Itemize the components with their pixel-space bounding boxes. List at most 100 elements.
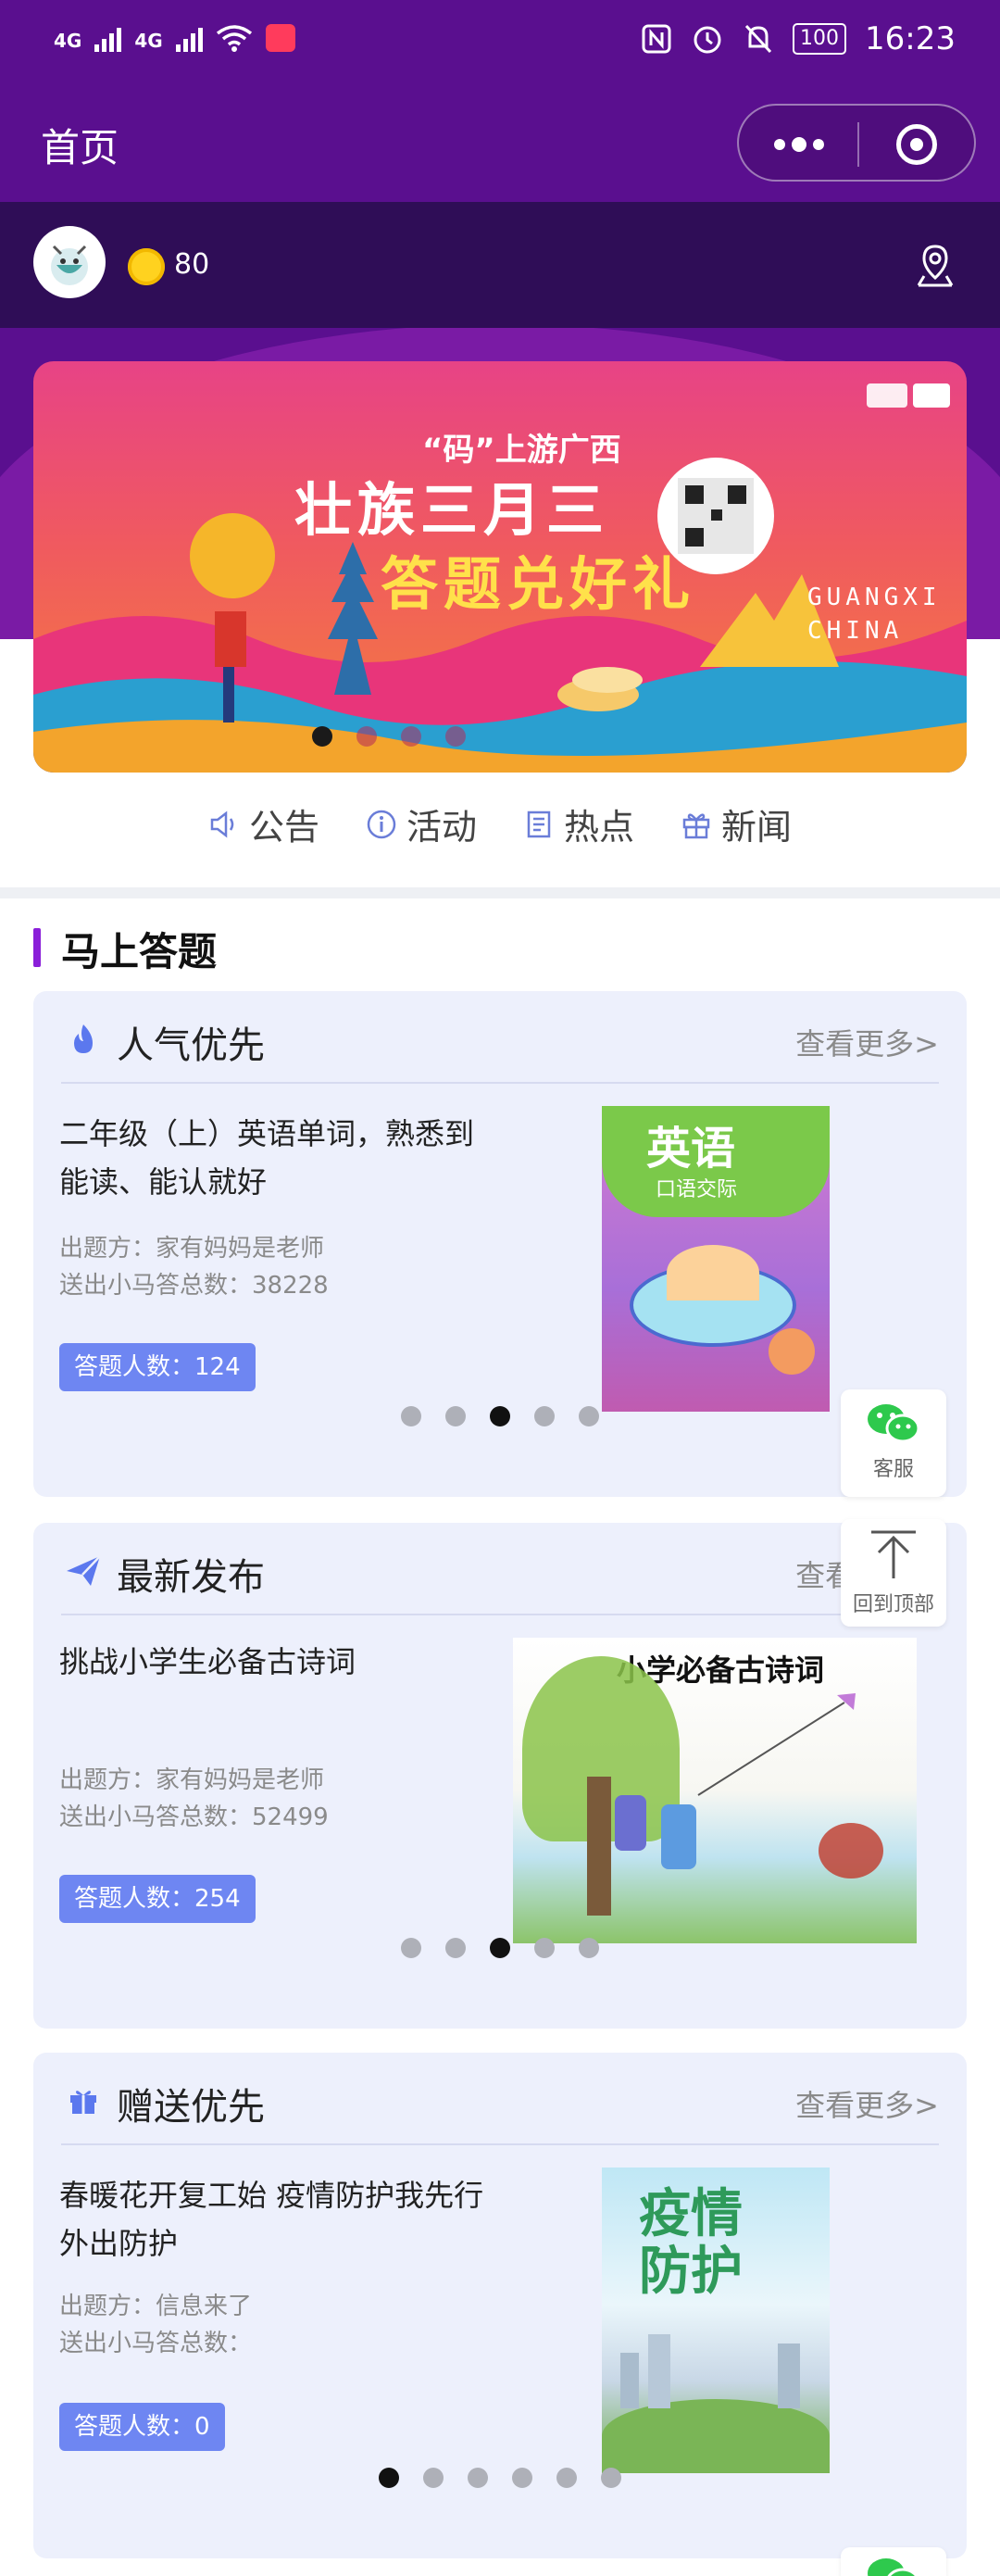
menu-item-hot[interactable]: 热点 xyxy=(523,798,634,849)
card-dot[interactable] xyxy=(579,1406,599,1426)
quiz-sent-total: 送出小马答总数：52499 xyxy=(59,1803,329,1831)
menu-label: 热点 xyxy=(564,807,635,848)
banner-dot[interactable] xyxy=(445,726,466,747)
card-dot[interactable] xyxy=(534,1406,555,1426)
notice-menu: 公告 活动 热点 新闻 xyxy=(0,798,1000,849)
banner-dot[interactable] xyxy=(312,726,332,747)
quiz-sent-total: 送出小马答总数：38228 xyxy=(59,1272,329,1300)
speaker-icon xyxy=(210,810,234,838)
battery-indicator: 100 xyxy=(793,23,847,55)
quiz-cover-image[interactable]: 疫情防护 xyxy=(602,2168,830,2473)
section-title: 马上答题 xyxy=(33,921,217,977)
cover-title: 英语 xyxy=(646,1123,736,1175)
wifi-icon xyxy=(216,25,252,52)
status-right: 100 16:23 xyxy=(641,20,956,57)
card-dot[interactable] xyxy=(512,2468,532,2488)
menu-label: 活动 xyxy=(406,807,477,848)
card-header: 赠送优先 查看更多> xyxy=(61,2053,939,2145)
banner-dot[interactable] xyxy=(401,726,421,747)
participant-badge: 答题人数：124 xyxy=(59,1343,256,1391)
avatar[interactable] xyxy=(33,226,106,298)
coin-count: 80 xyxy=(174,248,210,281)
section-divider xyxy=(0,887,1000,898)
menu-label: 公告 xyxy=(248,807,319,848)
quiz-title[interactable]: 挑战小学生必备古诗词 xyxy=(59,1638,485,1686)
card-title: 人气优先 xyxy=(117,1024,265,1067)
quiz-title[interactable]: 二年级（上）英语单词，熟悉到能读、能认就好 xyxy=(59,1110,485,1206)
menu-item-activity[interactable]: 活动 xyxy=(366,798,477,849)
close-mini-program-button[interactable] xyxy=(896,124,937,165)
paper-plane-icon xyxy=(67,1555,101,1586)
card-title: 赠送优先 xyxy=(117,2086,265,2129)
card-dot[interactable] xyxy=(556,2468,577,2488)
banner-tag-1: GUANGXI xyxy=(807,584,942,611)
cover-subtitle: 口语交际 xyxy=(656,1178,738,1201)
card-dot[interactable] xyxy=(490,1938,510,1958)
card-pagination xyxy=(33,1406,967,1426)
status-left: 4G 4G xyxy=(54,24,295,52)
card-header: 人气优先 查看更多> xyxy=(61,991,939,1084)
customer-service-button-2[interactable] xyxy=(841,2547,946,2576)
cover-title: 疫情防护 xyxy=(639,2184,743,2302)
menu-label: 新闻 xyxy=(721,807,793,848)
card-dot[interactable] xyxy=(401,1938,421,1958)
avatar-image xyxy=(51,245,88,285)
coin-icon xyxy=(128,248,165,285)
quiz-card-popular: 人气优先 查看更多> 二年级（上）英语单词，熟悉到能读、能认就好 出题方：家有妈… xyxy=(33,991,967,1497)
menu-item-announcement[interactable]: 公告 xyxy=(208,798,319,849)
banner-headline-2: 答题兑好礼 xyxy=(381,550,696,618)
page-title: 首页 xyxy=(41,125,119,170)
card-dot[interactable] xyxy=(601,2468,621,2488)
alarm-icon xyxy=(694,26,721,54)
quiz-cover-image[interactable]: 英语 口语交际 xyxy=(602,1106,830,1412)
signal-icon-2 xyxy=(175,24,203,52)
back-to-top-button[interactable]: 回到顶部 xyxy=(841,1519,946,1627)
card-pagination xyxy=(33,2468,967,2488)
card-dot[interactable] xyxy=(468,2468,488,2488)
card-dot[interactable] xyxy=(379,2468,399,2488)
view-more-link[interactable]: 查看更多> xyxy=(795,1021,939,1063)
location-icon[interactable] xyxy=(915,243,956,289)
wechat-icon xyxy=(868,2558,919,2576)
wechat-icon xyxy=(868,1404,920,1443)
quiz-card-gift: 赠送优先 查看更多> 春暖花开复工始 疫情防护我先行 外出防护 出题方：信息来了… xyxy=(33,2053,967,2558)
banner-headline-1: 壮族三月三 xyxy=(294,476,610,544)
card-dot[interactable] xyxy=(445,1406,466,1426)
participant-badge: 答题人数：254 xyxy=(59,1875,256,1923)
service-label: 客服 xyxy=(872,1458,914,1481)
card-dot[interactable] xyxy=(490,1406,510,1426)
more-options-button[interactable] xyxy=(774,128,826,161)
view-more-link[interactable]: 查看更多> xyxy=(795,2082,939,2125)
kite-string xyxy=(697,1693,856,1796)
quiz-sent-total: 送出小马答总数： xyxy=(59,2330,253,2357)
gift-box-icon xyxy=(70,2091,96,2114)
card-dot[interactable] xyxy=(579,1938,599,1958)
card-dot[interactable] xyxy=(445,1938,466,1958)
mini-program-capsule xyxy=(737,104,976,182)
app-notification-icon xyxy=(265,24,295,52)
menu-item-news[interactable]: 新闻 xyxy=(681,798,792,849)
participant-badge: 答题人数：0 xyxy=(59,2403,225,2451)
card-dot[interactable] xyxy=(534,1938,555,1958)
network-type-1: 4G xyxy=(54,30,82,52)
banner-dot[interactable] xyxy=(356,726,377,747)
quiz-publisher: 出题方：家有妈妈是老师 xyxy=(59,1235,325,1263)
banner-tag-2: CHINA xyxy=(807,617,904,645)
clock: 16:23 xyxy=(865,20,956,57)
promo-banner[interactable]: “码”上游广西 壮族三月三 答题兑好礼 GUANGXI CHINA xyxy=(33,361,967,773)
flame-icon xyxy=(74,1024,93,1053)
banner-pagination xyxy=(33,726,856,747)
document-icon xyxy=(527,810,551,837)
mute-bell-icon xyxy=(744,24,772,54)
arrow-up-icon xyxy=(871,1530,916,1578)
quiz-cover-image[interactable]: 小学必备古诗词 xyxy=(513,1638,917,1943)
card-dot[interactable] xyxy=(401,1406,421,1426)
quiz-title[interactable]: 春暖花开复工始 疫情防护我先行 外出防护 xyxy=(59,2171,485,2268)
network-type-2: 4G xyxy=(134,30,163,52)
card-title: 最新发布 xyxy=(117,1556,265,1599)
quiz-card-latest: 最新发布 查看更多> 挑战小学生必备古诗词 出题方：家有妈妈是老师 送出小马答总… xyxy=(33,1523,967,2029)
customer-service-button[interactable]: 客服 xyxy=(841,1389,946,1497)
card-dot[interactable] xyxy=(423,2468,444,2488)
card-pagination xyxy=(33,1938,967,1958)
back-to-top-label: 回到顶部 xyxy=(852,1593,934,1616)
